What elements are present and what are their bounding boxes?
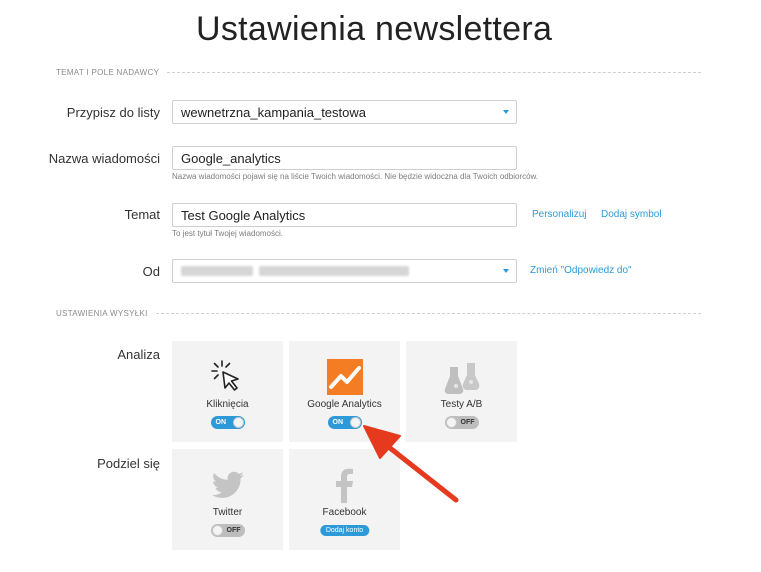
tile-label: Kliknięcia — [206, 399, 249, 410]
list-select[interactable]: wewnetrzna_kampania_testowa — [172, 100, 517, 124]
personalize-link[interactable]: Personalizuj — [532, 209, 586, 220]
add-symbol-link[interactable]: Dodaj symbol — [601, 209, 662, 220]
analysis-label: Analiza — [117, 347, 160, 362]
add-account-button[interactable]: Dodaj konto — [319, 525, 370, 536]
name-label: Nazwa wiadomości — [48, 151, 160, 166]
tile-label: Twitter — [212, 507, 243, 518]
toggle-knob — [349, 417, 361, 428]
google-analytics-toggle[interactable]: ON — [327, 416, 362, 429]
list-select-value: wewnetrzna_kampania_testowa — [181, 104, 366, 120]
blurred-sender-name — [181, 266, 253, 276]
from-label: Od — [142, 264, 160, 279]
twitter-bird-icon — [211, 471, 244, 498]
tile-clicks: Kliknięcia ON — [172, 341, 283, 442]
from-select[interactable] — [172, 259, 517, 283]
section-divider — [155, 313, 701, 314]
section-header-sender: TEMAT I POLE NADAWCY — [56, 68, 701, 77]
section-header-sending: USTAWIENIA WYSYŁKI — [56, 309, 701, 318]
list-label: Przypisz do listy — [66, 105, 160, 120]
subject-value: Test Google Analytics — [181, 207, 306, 223]
toggle-state: ON — [332, 419, 344, 426]
tile-label: Testy A/B — [440, 399, 483, 410]
change-reply-to-link[interactable]: Zmień "Odpowiedz do" — [530, 265, 632, 276]
clicks-toggle[interactable]: ON — [210, 416, 245, 429]
annotation-arrow-icon — [363, 425, 459, 503]
subject-label: Temat — [124, 207, 160, 222]
message-name-input[interactable]: Google_analytics — [172, 146, 517, 170]
toggle-knob — [232, 417, 244, 428]
chevron-down-icon — [503, 269, 509, 273]
page-title: Ustawienia newslettera — [196, 10, 553, 48]
toggle-state: OFF — [226, 527, 241, 534]
share-label: Podziel się — [97, 456, 160, 471]
lab-flask-icon — [444, 363, 479, 394]
section-header-label: TEMAT I POLE NADAWCY — [56, 68, 160, 77]
tile-label: Google Analytics — [307, 399, 382, 410]
subject-hint: To jest tytuł Twojej wiadomości. — [172, 229, 284, 238]
blurred-sender-email — [259, 266, 409, 276]
toggle-knob — [211, 525, 223, 536]
google-analytics-icon — [326, 359, 363, 395]
section-header-label: USTAWIENIA WYSYŁKI — [56, 309, 148, 318]
tile-twitter: Twitter OFF — [172, 449, 283, 550]
subject-input[interactable]: Test Google Analytics — [172, 203, 517, 227]
section-divider — [167, 72, 701, 73]
toggle-state: ON — [215, 419, 227, 426]
message-name-hint: Nazwa wiadomości pojawi się na liście Tw… — [172, 172, 539, 181]
message-name-value: Google_analytics — [181, 150, 281, 166]
chevron-down-icon — [503, 110, 509, 114]
facebook-f-icon — [335, 468, 353, 503]
cursor-click-icon — [210, 360, 239, 391]
twitter-toggle[interactable]: OFF — [210, 524, 245, 537]
